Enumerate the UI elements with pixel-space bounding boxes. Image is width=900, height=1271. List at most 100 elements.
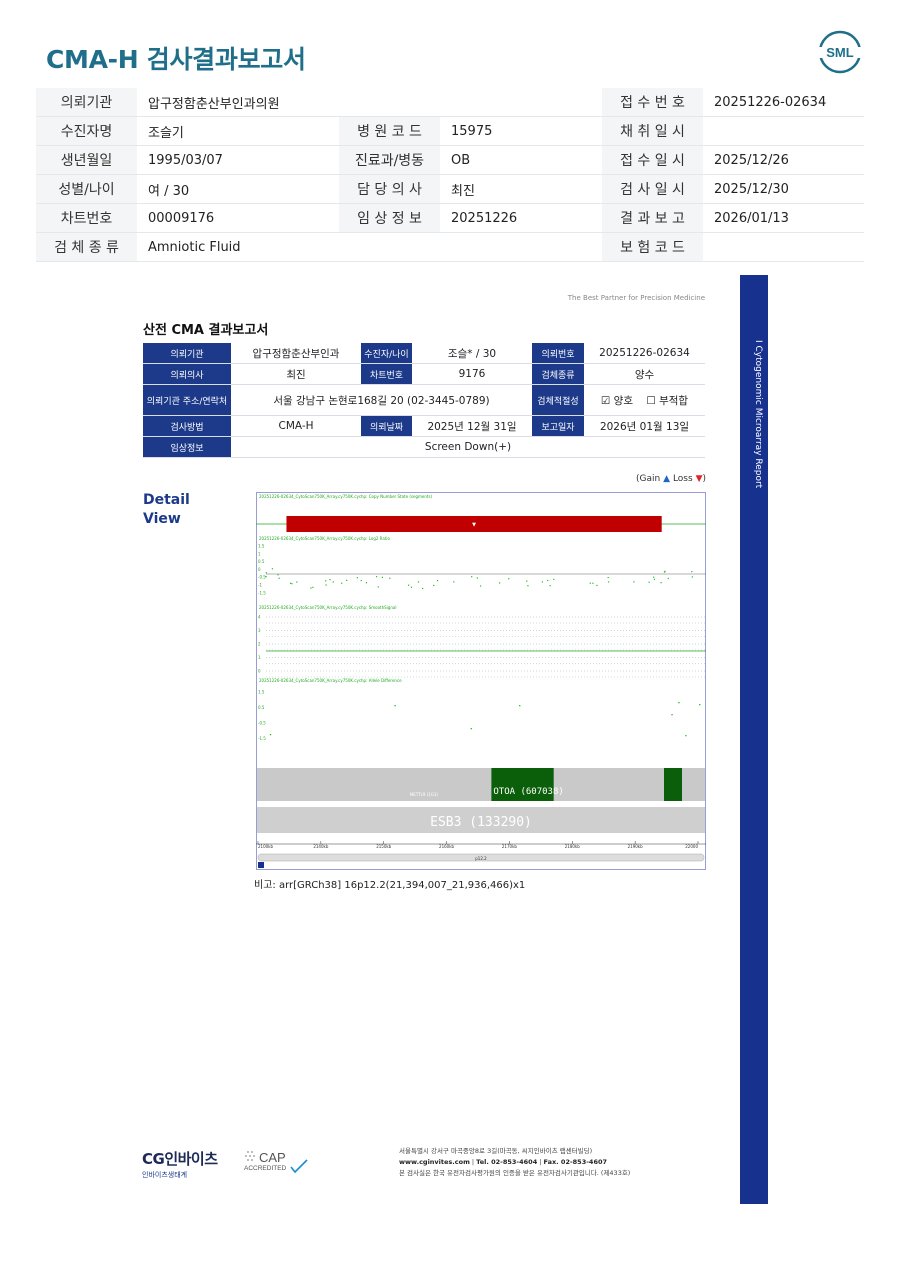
data-point <box>389 577 391 579</box>
data-point <box>436 579 439 582</box>
legend-loss-text: Loss <box>672 474 693 484</box>
website-text: www.cginvites.com <box>399 1158 470 1166</box>
data-point <box>377 586 379 588</box>
tick-label: -1.5 <box>258 736 266 741</box>
data-point <box>592 582 594 584</box>
cell-value: 2025년 12월 31일 <box>412 415 532 437</box>
data-point <box>667 577 669 580</box>
axis-tick-label: 2190kb <box>628 844 643 849</box>
cell-label: 검체적절성 <box>532 384 584 416</box>
field-value: 최진 <box>440 174 602 204</box>
page-title: CMA-H 검사결과보고서 <box>46 45 306 74</box>
field-value <box>440 232 602 262</box>
field-value: 조슬기 <box>137 116 339 146</box>
field-value: 압구정함춘산부인과의원 <box>137 88 339 117</box>
data-point <box>648 581 650 583</box>
svg-text:SML: SML <box>826 45 854 60</box>
detail-view-heading: Detail View <box>143 491 190 529</box>
data-point <box>422 587 424 590</box>
gene-small-label: METTL9 (1G3) <box>410 792 439 797</box>
data-point <box>664 570 666 572</box>
cell-value: 2026년 01월 13일 <box>584 415 705 437</box>
sml-logo: SML <box>818 30 862 74</box>
data-point <box>589 582 591 584</box>
data-point <box>410 586 413 588</box>
fax-text: Fax. 02-853-4607 <box>543 1158 608 1166</box>
gene-label: OTOA (607038) <box>493 787 563 797</box>
track-title: 20251226-02634_CytoScan750K_Array.cy750K… <box>259 678 402 683</box>
field-label: 병 원 코 드 <box>339 116 440 146</box>
address-line: 서울특별시 강서구 마곡중앙8로 3길(마곡동, 씨지인바이츠 랩센터빌딩) <box>399 1147 593 1155</box>
data-point <box>356 577 358 579</box>
data-point <box>265 575 267 578</box>
partner-tagline: The Best Partner for Precision Medicine <box>567 294 705 302</box>
table-row: 수진자명 조슬기 병 원 코 드 15975 채 취 일 시 <box>36 116 864 146</box>
field-label: 채 취 일 시 <box>602 116 703 146</box>
field-label: 접 수 일 시 <box>602 145 703 175</box>
cell-value: 양수 <box>584 363 705 385</box>
data-point <box>549 585 551 587</box>
data-point <box>296 581 298 583</box>
cell-value: 20251226-02634 <box>584 343 705 364</box>
cell-value: CMA-H <box>231 415 361 437</box>
cell-value: 9176 <box>412 363 532 385</box>
data-point <box>633 581 635 583</box>
table-row: 검 체 종 류 Amniotic Fluid 보 험 코 드 <box>36 232 864 262</box>
data-point <box>607 576 609 579</box>
data-point <box>289 582 292 584</box>
data-point <box>376 576 378 578</box>
data-point <box>417 581 420 583</box>
cell-value: 서울 강남구 논현로168길 20 (02-3445-0789) <box>231 384 532 416</box>
data-point <box>470 728 472 730</box>
tel-text: Tel. 02-853-4604 <box>476 1158 538 1166</box>
tick-label: 0.5 <box>258 705 265 710</box>
cell-value: 압구정함춘산부인과 <box>231 343 361 364</box>
gene-label: ESB3 (133290) <box>430 815 532 830</box>
field-label: 수진자명 <box>36 116 137 146</box>
field-label: 성별/나이 <box>36 174 137 204</box>
cell-value: 최진 <box>231 363 361 385</box>
data-point <box>608 581 610 583</box>
data-point <box>653 576 655 578</box>
cell-label: 의뢰번호 <box>532 343 584 364</box>
data-point <box>541 581 544 583</box>
data-point <box>685 735 687 737</box>
gene-small <box>664 768 682 801</box>
table-row: 의뢰의사 최진 차트번호 9176 검체종류 양수 <box>143 363 705 385</box>
cell-label: 임상정보 <box>143 436 231 458</box>
field-label: 의뢰기관 <box>36 88 137 117</box>
table-row: 의뢰기관 주소/연락처 서울 강남구 논현로168길 20 (02-3445-0… <box>143 384 705 416</box>
data-point <box>547 579 549 582</box>
field-value: 여 / 30 <box>137 174 339 204</box>
cg-logo-sub: 인바이츠생태계 <box>142 1171 188 1179</box>
data-point <box>699 704 701 706</box>
data-point <box>277 574 279 576</box>
axis-tick-label: 2150kb <box>376 844 391 849</box>
field-value <box>440 88 602 117</box>
table-row: 차트번호 00009176 임 상 정 보 20251226 결 과 보 고 2026/0… <box>36 203 864 233</box>
tick-label: 1.5 <box>258 690 265 695</box>
data-point <box>269 734 272 736</box>
data-point <box>265 572 267 574</box>
table-row: 성별/나이 여 / 30 담 당 의 사 최진 검 사 일 시 2025/12/30 <box>36 174 864 204</box>
field-value: 2025/12/30 <box>703 174 864 204</box>
genome-browser-chart: 20251226-02634_CytoScan750K_Array.cy750K… <box>256 492 706 870</box>
data-point <box>332 581 334 583</box>
field-label: 검 체 종 류 <box>36 232 137 262</box>
data-point <box>329 579 331 581</box>
axis-tick-label: 22000 <box>685 844 698 849</box>
field-label: 진료과/병동 <box>339 145 440 175</box>
data-point <box>596 584 598 587</box>
report-info-table: 의뢰기관 압구정함춘산부인과 수진자/나이 조슬* / 30 의뢰번호 2025… <box>143 343 705 458</box>
gain-arrow-icon: ▲ <box>663 474 671 484</box>
data-point <box>365 582 367 584</box>
field-label: 결 과 보 고 <box>602 203 703 233</box>
data-point <box>341 582 343 584</box>
loss-marker: ▼ <box>472 522 476 528</box>
cell-label: 의뢰의사 <box>143 363 231 385</box>
data-point <box>312 586 314 588</box>
view-word: View <box>143 511 181 527</box>
axis-tick-label: 2170kb <box>502 844 517 849</box>
data-point <box>479 585 482 587</box>
tick-label: -1 <box>258 583 262 588</box>
